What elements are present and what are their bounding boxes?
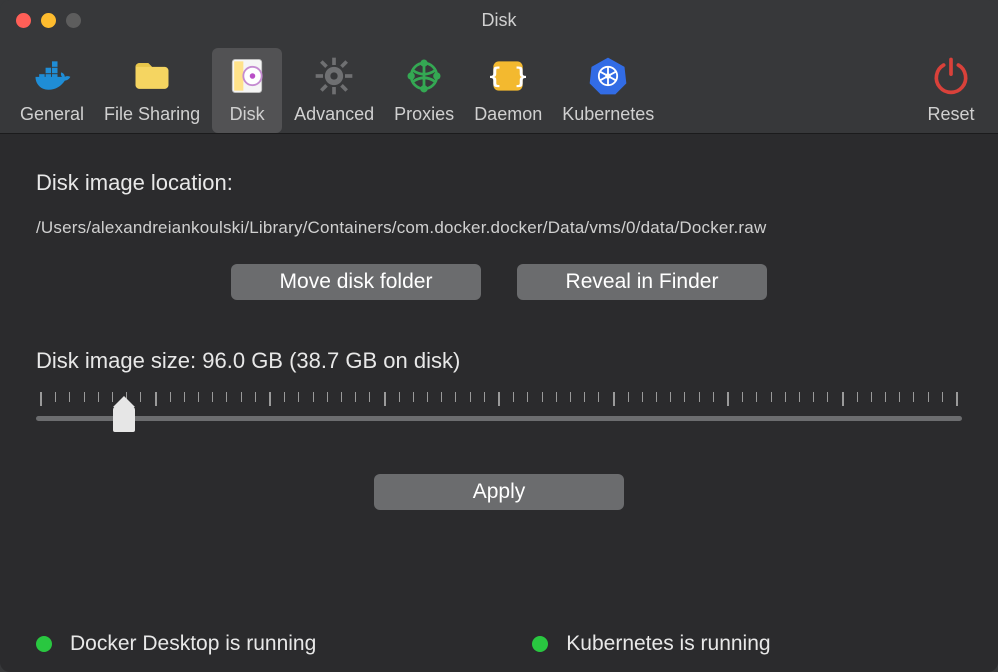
- kubernetes-status-text: Kubernetes is running: [566, 632, 770, 656]
- kubernetes-status: Kubernetes is running: [532, 632, 770, 656]
- disk-image-size-label: Disk image size: 96.0 GB (38.7 GB on dis…: [36, 348, 962, 374]
- folder-icon: [128, 52, 176, 100]
- tab-proxies[interactable]: Proxies: [386, 48, 462, 133]
- content-pane: Disk image location: /Users/alexandreian…: [0, 134, 998, 616]
- tab-disk[interactable]: Disk: [212, 48, 282, 133]
- disk-icon: [223, 52, 271, 100]
- whale-icon: [28, 52, 76, 100]
- reveal-in-finder-button[interactable]: Reveal in Finder: [517, 264, 767, 300]
- zoom-window-button[interactable]: [66, 13, 81, 28]
- network-icon: [400, 52, 448, 100]
- status-bar: Docker Desktop is running Kubernetes is …: [0, 616, 998, 672]
- titlebar: Disk: [0, 0, 998, 40]
- tab-label: Kubernetes: [562, 104, 654, 125]
- tab-label: Disk: [230, 104, 265, 125]
- tab-kubernetes[interactable]: Kubernetes: [554, 48, 662, 133]
- slider-ticks: [40, 392, 958, 404]
- preferences-window: Disk General File Sharing Disk Advanced: [0, 0, 998, 672]
- tab-general[interactable]: General: [12, 48, 92, 133]
- status-dot-green-icon: [36, 636, 52, 652]
- tab-file-sharing[interactable]: File Sharing: [96, 48, 208, 133]
- minimize-window-button[interactable]: [41, 13, 56, 28]
- kubernetes-icon: [584, 52, 632, 100]
- toolbar: General File Sharing Disk Advanced Proxi: [0, 40, 998, 134]
- tab-label: Advanced: [294, 104, 374, 125]
- tab-daemon[interactable]: { } Daemon: [466, 48, 550, 133]
- tab-label: General: [20, 104, 84, 125]
- svg-text:{ }: { }: [488, 64, 528, 89]
- disk-image-path: /Users/alexandreiankoulski/Library/Conta…: [36, 218, 962, 238]
- traffic-lights: [16, 13, 81, 28]
- tab-label: File Sharing: [104, 104, 200, 125]
- docker-status-text: Docker Desktop is running: [70, 632, 316, 656]
- apply-button[interactable]: Apply: [374, 474, 624, 510]
- status-dot-green-icon: [532, 636, 548, 652]
- docker-status: Docker Desktop is running: [36, 632, 316, 656]
- tab-label: Proxies: [394, 104, 454, 125]
- disk-size-slider[interactable]: [36, 392, 962, 440]
- tab-reset[interactable]: Reset: [916, 48, 986, 133]
- power-icon: [927, 52, 975, 100]
- braces-icon: { }: [484, 52, 532, 100]
- gear-icon: [310, 52, 358, 100]
- slider-thumb[interactable]: [113, 406, 135, 432]
- tab-label: Daemon: [474, 104, 542, 125]
- slider-track: [36, 416, 962, 421]
- tab-advanced[interactable]: Advanced: [286, 48, 382, 133]
- disk-location-label: Disk image location:: [36, 170, 962, 196]
- tab-label: Reset: [927, 104, 974, 125]
- close-window-button[interactable]: [16, 13, 31, 28]
- window-title: Disk: [0, 10, 998, 31]
- move-disk-folder-button[interactable]: Move disk folder: [231, 264, 481, 300]
